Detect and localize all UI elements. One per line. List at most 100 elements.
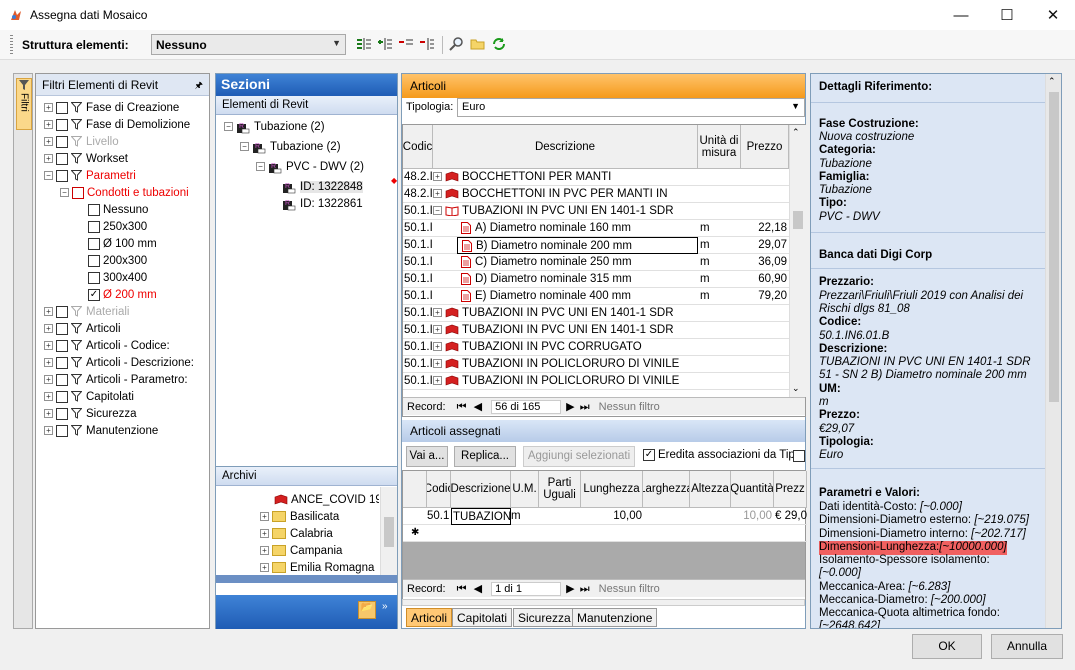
articoli-scroll-thumb[interactable] bbox=[793, 211, 803, 229]
scroll-down-icon[interactable]: ⌄ bbox=[792, 383, 800, 394]
record-position-field[interactable]: 1 di 1 bbox=[491, 582, 562, 596]
archivio-item[interactable]: + Campania bbox=[260, 543, 379, 560]
articoli-row[interactable]: 50.1.I + TUBAZIONI IN PVC UNI EN 1401-1 SD… bbox=[403, 305, 789, 322]
ok-button[interactable]: OK bbox=[912, 634, 982, 659]
next-record-icon[interactable]: ▶ bbox=[566, 401, 574, 413]
eredita-checkbox[interactable]: ✓ Eredita associazioni da Tipo bbox=[643, 449, 801, 461]
vai-a-button[interactable]: Vai a... bbox=[406, 446, 448, 467]
ass-descrizione[interactable]: TUBAZIONI bbox=[451, 508, 511, 525]
articoli-row[interactable]: 50.1.I D) Diametro nominale 315 mm m 60,90 bbox=[403, 271, 789, 288]
last-record-icon[interactable]: ⏭ bbox=[580, 401, 590, 413]
filter-item[interactable]: + Articoli bbox=[44, 321, 121, 338]
filter-checkbox[interactable] bbox=[56, 118, 68, 131]
revit-tree-item[interactable]: − R Tubazione (2) bbox=[240, 139, 341, 156]
filter-item[interactable]: − Condotti e tubazioni bbox=[60, 185, 189, 202]
expander-icon[interactable]: + bbox=[44, 358, 53, 368]
filter-checkbox[interactable] bbox=[88, 254, 100, 267]
filter-item[interactable]: + Materiali bbox=[44, 304, 129, 321]
eredita-check-box[interactable]: ✓ bbox=[643, 449, 655, 461]
filter-item[interactable]: + Articoli - Parametro: bbox=[44, 372, 188, 389]
filter-checkbox[interactable] bbox=[56, 356, 68, 369]
articoli-row[interactable]: 50.1.I A) Diametro nominale 160 mm m 22,18 bbox=[403, 220, 789, 237]
param-lunghezza[interactable]: Dimensioni-Lunghezza:[~10000.000] bbox=[819, 541, 1007, 555]
first-record-icon[interactable]: ⏮ bbox=[457, 401, 467, 413]
filter-checkbox[interactable] bbox=[56, 169, 68, 182]
articoli-scrollbar[interactable]: ⌃ ⌄ bbox=[789, 125, 806, 397]
filter-checkbox[interactable] bbox=[56, 339, 68, 352]
ass-col-header[interactable]: Lunghezza bbox=[581, 471, 643, 508]
revit-tree-item[interactable]: R ID: 1322861 bbox=[282, 196, 363, 213]
close-button[interactable]: ✕ bbox=[1030, 0, 1075, 30]
filter-item[interactable]: + Manutenzione bbox=[44, 423, 158, 440]
archivio-item[interactable]: + Basilicata bbox=[260, 509, 379, 526]
dettagli-scrollbar[interactable]: ⌃ bbox=[1045, 74, 1061, 628]
struttura-combo[interactable]: Nessuno ▼ bbox=[151, 34, 346, 55]
filter-checkbox[interactable] bbox=[72, 186, 84, 199]
expander-icon[interactable]: + bbox=[433, 342, 442, 352]
filter-item[interactable]: + Fase di Creazione bbox=[44, 100, 179, 117]
articoli-row[interactable]: 50.1.I E) Diametro nominale 400 mm m 79,20 bbox=[403, 288, 789, 305]
filter-item[interactable]: + Fase di Demolizione bbox=[44, 117, 190, 134]
filter-checkbox[interactable] bbox=[56, 424, 68, 437]
expander-icon[interactable]: + bbox=[44, 137, 53, 147]
toolbar-grip[interactable] bbox=[10, 35, 13, 55]
filter-item[interactable]: + Capitolati bbox=[44, 389, 134, 406]
expander-icon[interactable]: + bbox=[44, 341, 53, 351]
tipologia-select[interactable]: Euro ▼ bbox=[457, 98, 805, 117]
expander-icon[interactable]: + bbox=[433, 172, 442, 182]
annulla-button[interactable]: Annulla bbox=[991, 634, 1063, 659]
refresh-icon[interactable] bbox=[491, 36, 507, 52]
expander-icon[interactable]: + bbox=[260, 529, 269, 539]
expander-icon[interactable]: + bbox=[433, 189, 442, 199]
filter-status[interactable]: Nessun filtro bbox=[599, 401, 660, 413]
more-chevron-icon[interactable]: » bbox=[382, 601, 388, 612]
last-record-icon[interactable]: ⏭ bbox=[580, 583, 590, 595]
expand-level-icon[interactable] bbox=[377, 36, 393, 52]
expander-icon[interactable]: + bbox=[433, 359, 442, 369]
expander-icon[interactable]: − bbox=[256, 162, 265, 172]
expander-icon[interactable]: + bbox=[44, 103, 53, 113]
scroll-up-icon[interactable]: ⌃ bbox=[792, 127, 800, 138]
expander-icon[interactable]: − bbox=[224, 122, 233, 132]
expander-icon[interactable]: − bbox=[60, 188, 69, 198]
collapse-all-icon[interactable] bbox=[419, 36, 435, 52]
expander-icon[interactable]: + bbox=[260, 563, 269, 573]
assegnati-new-row[interactable]: ✱ bbox=[403, 525, 807, 542]
dettagli-scroll-thumb[interactable] bbox=[1049, 92, 1059, 402]
ass-col-header[interactable]: Codic bbox=[427, 471, 451, 508]
filter-checkbox[interactable] bbox=[56, 407, 68, 420]
filter-checkbox[interactable] bbox=[88, 203, 100, 216]
articoli-row[interactable]: 50.1.I + TUBAZIONI IN POLICLORURO DI VINIL… bbox=[403, 373, 789, 390]
search-icon[interactable] bbox=[449, 36, 465, 52]
expander-icon[interactable]: + bbox=[44, 324, 53, 334]
articoli-row[interactable]: 50.1.I C) Diametro nominale 250 mm m 36,09 bbox=[403, 254, 789, 271]
archive-folder-icon[interactable]: 📂 bbox=[358, 601, 376, 619]
filter-checkbox[interactable] bbox=[56, 322, 68, 335]
filter-checkbox[interactable] bbox=[56, 135, 68, 148]
tab-articoli[interactable]: Articoli bbox=[406, 608, 453, 627]
expander-icon[interactable]: − bbox=[44, 171, 53, 181]
revit-tree-item[interactable]: − R Tubazione (2) bbox=[224, 119, 325, 136]
articoli-row[interactable]: 48.2.I + BOCCHETTONI PER MANTI bbox=[403, 169, 789, 186]
prev-record-icon[interactable]: ◀ bbox=[474, 583, 482, 595]
expander-icon[interactable]: + bbox=[260, 512, 269, 522]
articoli-row[interactable]: 50.1.I + TUBAZIONI IN POLICLORURO DI VINIL… bbox=[403, 356, 789, 373]
filter-item[interactable]: + Articoli - Descrizione: bbox=[44, 355, 194, 372]
archivio-item[interactable]: + Calabria bbox=[260, 526, 379, 543]
col-prezzo-header[interactable]: Prezzo bbox=[741, 125, 789, 169]
expander-icon[interactable]: + bbox=[44, 375, 53, 385]
tab-capitolati[interactable]: Capitolati bbox=[452, 608, 513, 627]
filter-item[interactable]: + Articoli - Codice: bbox=[44, 338, 170, 355]
revit-tree-item[interactable]: − R PVC - DWV (2) bbox=[256, 159, 364, 176]
expander-icon[interactable]: + bbox=[44, 392, 53, 402]
tab-manutenzione[interactable]: Manutenzione bbox=[572, 608, 658, 627]
assegnati-hscroll[interactable] bbox=[402, 599, 805, 606]
expander-icon[interactable]: + bbox=[433, 376, 442, 386]
articoli-row[interactable]: 50.1.I − TUBAZIONI IN PVC UNI EN 1401-1 SD… bbox=[403, 203, 789, 220]
filter-checkbox[interactable] bbox=[88, 220, 100, 233]
filter-checkbox[interactable] bbox=[56, 305, 68, 318]
next-record-icon[interactable]: ▶ bbox=[566, 583, 574, 595]
filter-checkbox[interactable] bbox=[56, 152, 68, 165]
collapse-level-icon[interactable] bbox=[398, 36, 414, 52]
archivi-hscroll[interactable] bbox=[216, 575, 397, 583]
